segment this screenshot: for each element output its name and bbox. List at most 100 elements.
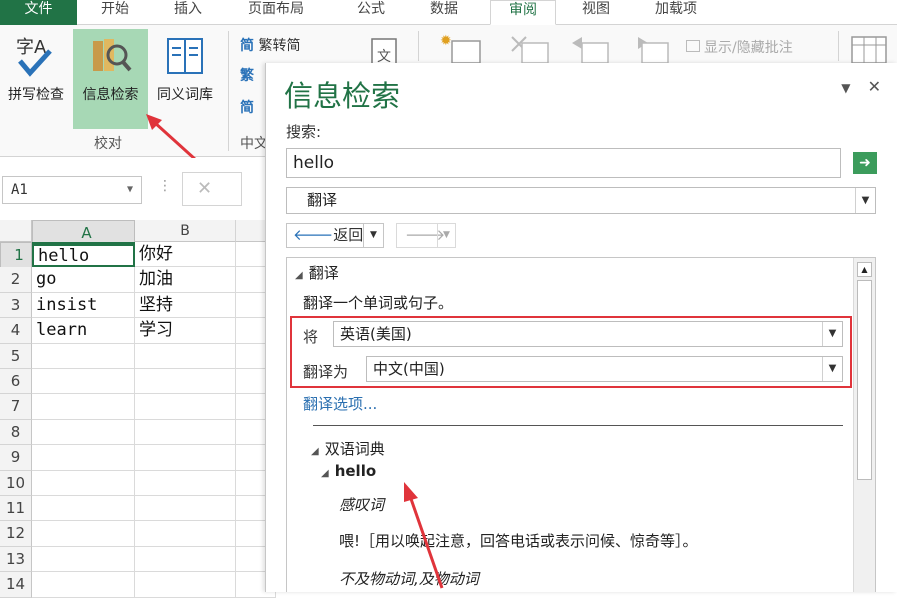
table-cell[interactable]: go [32, 267, 135, 293]
forward-dropdown-icon[interactable]: ▼ [437, 224, 455, 247]
search-go-button[interactable]: ➜ [853, 152, 877, 174]
table-cell[interactable] [135, 496, 236, 522]
table-cell[interactable] [32, 343, 135, 369]
show-hide-comment-icon [686, 40, 700, 52]
entry-word: hello [334, 462, 377, 480]
spelling-check-icon: 字A [16, 37, 52, 77]
table-cell[interactable] [135, 546, 236, 573]
show-hide-comment-label: 显示/隐藏批注 [704, 40, 793, 56]
table-cell[interactable] [32, 470, 135, 496]
collapse-triangle-icon: ◢ [295, 270, 303, 281]
entry-word-header[interactable]: ◢ hello [321, 462, 376, 480]
row-header[interactable]: 1 [0, 242, 32, 268]
table-cell[interactable]: 坚持 [135, 292, 236, 319]
table-cell[interactable] [32, 521, 135, 547]
row-header[interactable]: 10 [0, 470, 32, 496]
row-header[interactable]: 2 [0, 267, 32, 293]
tab-page-layout[interactable]: 页面布局 [248, 0, 304, 25]
collapse-triangle-icon: ◢ [321, 468, 329, 479]
select-all-corner[interactable] [0, 220, 32, 242]
table-cell[interactable]: learn [32, 318, 135, 344]
row-header[interactable]: 12 [0, 521, 32, 547]
delete-comment-icon [511, 36, 549, 64]
table-cell[interactable]: insist [32, 292, 135, 319]
table-cell[interactable] [135, 343, 236, 369]
row-header[interactable]: 7 [0, 394, 32, 420]
table-cell[interactable] [135, 394, 236, 420]
collapse-triangle-icon: ◢ [311, 446, 319, 457]
scroll-up-icon[interactable]: ▲ [857, 262, 872, 277]
translate-section-title: 翻译 [308, 264, 339, 282]
column-header-b[interactable]: B [135, 220, 236, 242]
table-cell[interactable] [32, 369, 135, 395]
pane-title: 信息检索 [284, 79, 401, 113]
row-header[interactable]: 11 [0, 496, 32, 522]
simp-to-trad-button[interactable]: 繁 [240, 65, 254, 85]
proofing-group-label: 校对 [94, 136, 122, 152]
trad-to-simp-button[interactable]: 简 繁转简 [240, 35, 300, 55]
cancel-entry-icon[interactable]: ✕ [182, 172, 242, 206]
name-box[interactable]: A1 ▼ [2, 176, 142, 204]
table-cell[interactable]: 你好 [135, 242, 236, 268]
tab-review[interactable]: 审阅 [490, 0, 556, 25]
next-comment-icon [638, 37, 669, 64]
results-scrollbar[interactable]: ▲ [853, 258, 875, 592]
table-cell[interactable] [135, 369, 236, 395]
close-icon[interactable]: ✕ [868, 77, 881, 96]
tab-view[interactable]: 视图 [582, 0, 610, 25]
spelling-button[interactable]: 字A 拼写检查 [0, 29, 72, 125]
tab-formulas[interactable]: 公式 [357, 0, 385, 25]
bilingual-dict-header[interactable]: ◢ 双语词典 [311, 438, 385, 459]
search-input[interactable] [286, 148, 841, 178]
table-cell[interactable]: 学习 [135, 318, 236, 344]
reference-source-select[interactable]: 翻译 ▼ [286, 187, 876, 214]
table-cell[interactable] [32, 546, 135, 573]
show-hide-comment-button[interactable]: 显示/隐藏批注 [686, 37, 793, 57]
tab-file[interactable]: 文件 [0, 0, 77, 25]
row-header[interactable]: 14 [0, 572, 32, 598]
translate-section-header[interactable]: ◢ 翻译 [295, 262, 339, 283]
row-header[interactable]: 3 [0, 292, 32, 319]
table-cell[interactable] [135, 572, 236, 598]
table-cell[interactable]: hello [32, 242, 135, 268]
chevron-down-icon[interactable]: ▼ [127, 177, 133, 203]
table-cell[interactable]: 加油 [135, 267, 236, 293]
row-header[interactable]: 4 [0, 318, 32, 344]
translation-options-link[interactable]: 翻译选项... [303, 393, 377, 414]
simp-trad-convert-button[interactable]: 简 [240, 97, 254, 117]
forward-button[interactable]: 🡒 ▼ [396, 223, 456, 248]
pane-options-icon[interactable]: ▼ [841, 81, 850, 95]
row-header[interactable]: 8 [0, 419, 32, 446]
svg-text:字A: 字A [16, 37, 47, 58]
table-cell[interactable] [135, 521, 236, 547]
group-separator [228, 31, 229, 151]
chevron-down-icon[interactable]: ▼ [855, 188, 875, 213]
tab-addins[interactable]: 加载项 [655, 0, 697, 25]
svg-text:✹: ✹ [440, 33, 452, 49]
tab-data[interactable]: 数据 [430, 0, 458, 25]
tab-home[interactable]: 开始 [101, 0, 129, 25]
tab-insert[interactable]: 插入 [174, 0, 202, 25]
name-box-value: A1 [11, 182, 28, 198]
row-header[interactable]: 5 [0, 343, 32, 369]
table-cell[interactable] [135, 445, 236, 471]
table-cell[interactable] [135, 470, 236, 496]
row-header[interactable]: 6 [0, 369, 32, 395]
ribbon-tab-bar: 文件 开始 插入 页面布局 公式 数据 审阅 视图 加载项 [0, 0, 897, 25]
table-cell[interactable] [32, 445, 135, 471]
results-panel: ▲ ◢ 翻译 翻译一个单词或句子。 将 英语(美国) ▼ 翻译为 中文(中国) ▼… [286, 257, 876, 592]
table-cell[interactable] [32, 496, 135, 522]
table-cell[interactable] [32, 419, 135, 446]
row-header[interactable]: 13 [0, 546, 32, 573]
back-dropdown-icon[interactable]: ▼ [363, 224, 383, 247]
group-separator [838, 31, 839, 61]
translate-description: 翻译一个单词或句子。 [303, 294, 454, 312]
back-button[interactable]: 🡐返回 ▼ [286, 223, 384, 248]
research-button[interactable]: 信息检索 [73, 29, 148, 129]
pane-controls: ▼ ✕ [841, 77, 881, 96]
row-header[interactable]: 9 [0, 445, 32, 471]
scroll-thumb[interactable] [857, 280, 872, 480]
table-cell[interactable] [32, 572, 135, 598]
table-cell[interactable] [32, 394, 135, 420]
table-cell[interactable] [135, 419, 236, 446]
